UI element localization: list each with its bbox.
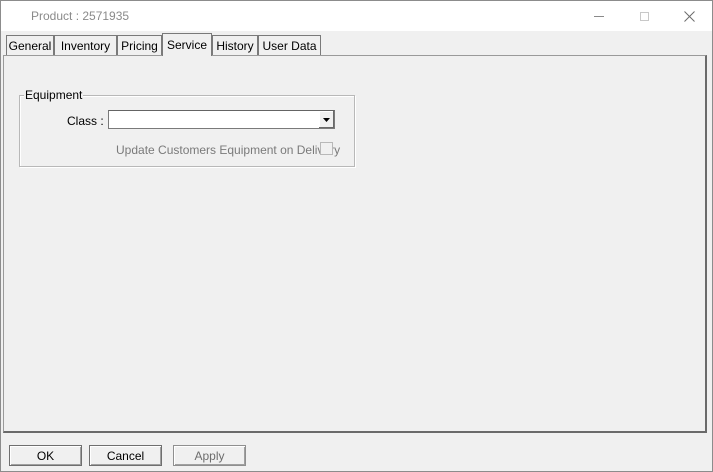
ok-button[interactable]: OK xyxy=(9,445,82,466)
title-bar[interactable]: Product : 2571935 xyxy=(1,1,712,31)
dropdown-arrow-button[interactable] xyxy=(318,111,334,128)
maximize-button[interactable] xyxy=(621,1,667,31)
cancel-button[interactable]: Cancel xyxy=(89,445,162,466)
service-tab-panel: Equipment Class : Update Customers Equip… xyxy=(3,55,707,433)
tab-pricing[interactable]: Pricing xyxy=(117,35,162,55)
maximize-icon xyxy=(639,11,649,21)
tab-user-data[interactable]: User Data xyxy=(258,35,321,55)
update-customers-equipment-checkbox[interactable] xyxy=(320,142,333,155)
close-button[interactable] xyxy=(666,1,712,31)
update-customers-equipment-label: Update Customers Equipment on Delivery xyxy=(116,143,341,157)
tab-inventory[interactable]: Inventory xyxy=(54,35,117,55)
class-dropdown[interactable] xyxy=(108,110,335,129)
tab-strip: General Inventory Pricing Service Histor… xyxy=(1,31,712,56)
minimize-icon xyxy=(594,15,604,17)
window-title: Product : 2571935 xyxy=(31,9,130,23)
apply-button[interactable]: Apply xyxy=(173,445,246,466)
tab-history[interactable]: History xyxy=(212,35,258,55)
minimize-button[interactable] xyxy=(576,1,622,31)
equipment-group-title: Equipment xyxy=(24,88,84,102)
class-label: Class : xyxy=(67,114,104,128)
equipment-groupbox: Equipment Class : Update Customers Equip… xyxy=(19,88,355,167)
tab-general[interactable]: General xyxy=(6,35,54,55)
chevron-down-icon xyxy=(323,117,330,122)
close-icon xyxy=(683,10,695,22)
tab-service[interactable]: Service xyxy=(162,33,212,56)
product-window: Product : 2571935 General Inventory Pric… xyxy=(0,0,713,472)
